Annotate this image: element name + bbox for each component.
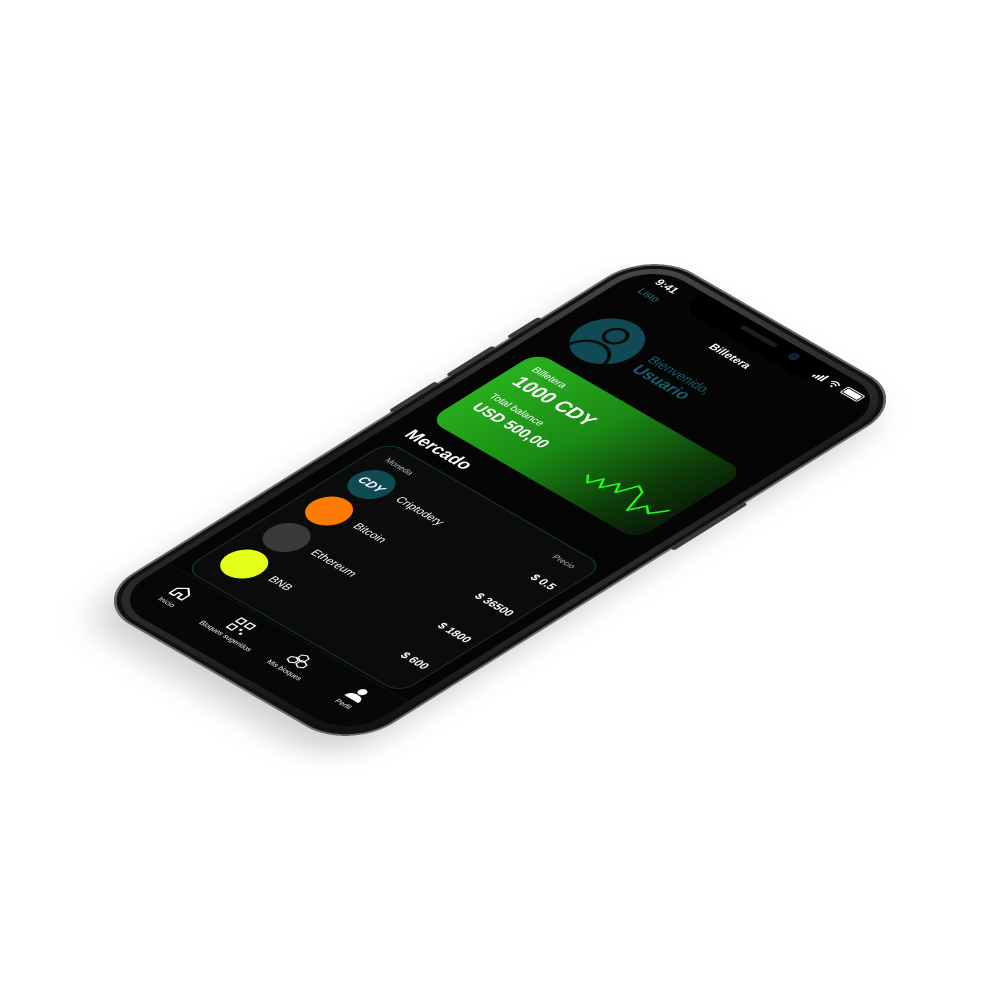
phone-mockup: 9:41 Listo Billetera Bienvenido, Usuario… bbox=[73, 249, 912, 767]
coin-name: Ethereum bbox=[307, 548, 360, 579]
scene: 9:41 Listo Billetera Bienvenido, Usuario… bbox=[0, 0, 1000, 1000]
coin-price: $ 36500 bbox=[470, 591, 517, 619]
page-title: Billetera bbox=[705, 342, 754, 371]
coin-name: Bitcoin bbox=[349, 521, 390, 545]
coin-price: $ 0.5 bbox=[526, 572, 559, 592]
wifi-icon bbox=[830, 381, 840, 387]
coin-price: $ 600 bbox=[396, 650, 432, 672]
column-header-price: Precio bbox=[549, 553, 578, 571]
coin-price: $ 1800 bbox=[433, 621, 475, 645]
coin-name: BNB bbox=[264, 574, 296, 593]
coin-name: Criptodery bbox=[391, 495, 447, 528]
qr-icon bbox=[225, 617, 257, 636]
signal-icon bbox=[811, 371, 830, 382]
battery-icon bbox=[839, 386, 866, 403]
home-icon bbox=[168, 587, 191, 601]
phone-screen: 9:41 Listo Billetera Bienvenido, Usuario… bbox=[110, 262, 890, 738]
sparkline-chart bbox=[586, 474, 671, 515]
welcome-text: Bienvenido, Usuario bbox=[627, 353, 717, 407]
status-icons bbox=[811, 370, 866, 403]
blocks-icon bbox=[286, 654, 310, 669]
user-icon bbox=[344, 689, 368, 704]
